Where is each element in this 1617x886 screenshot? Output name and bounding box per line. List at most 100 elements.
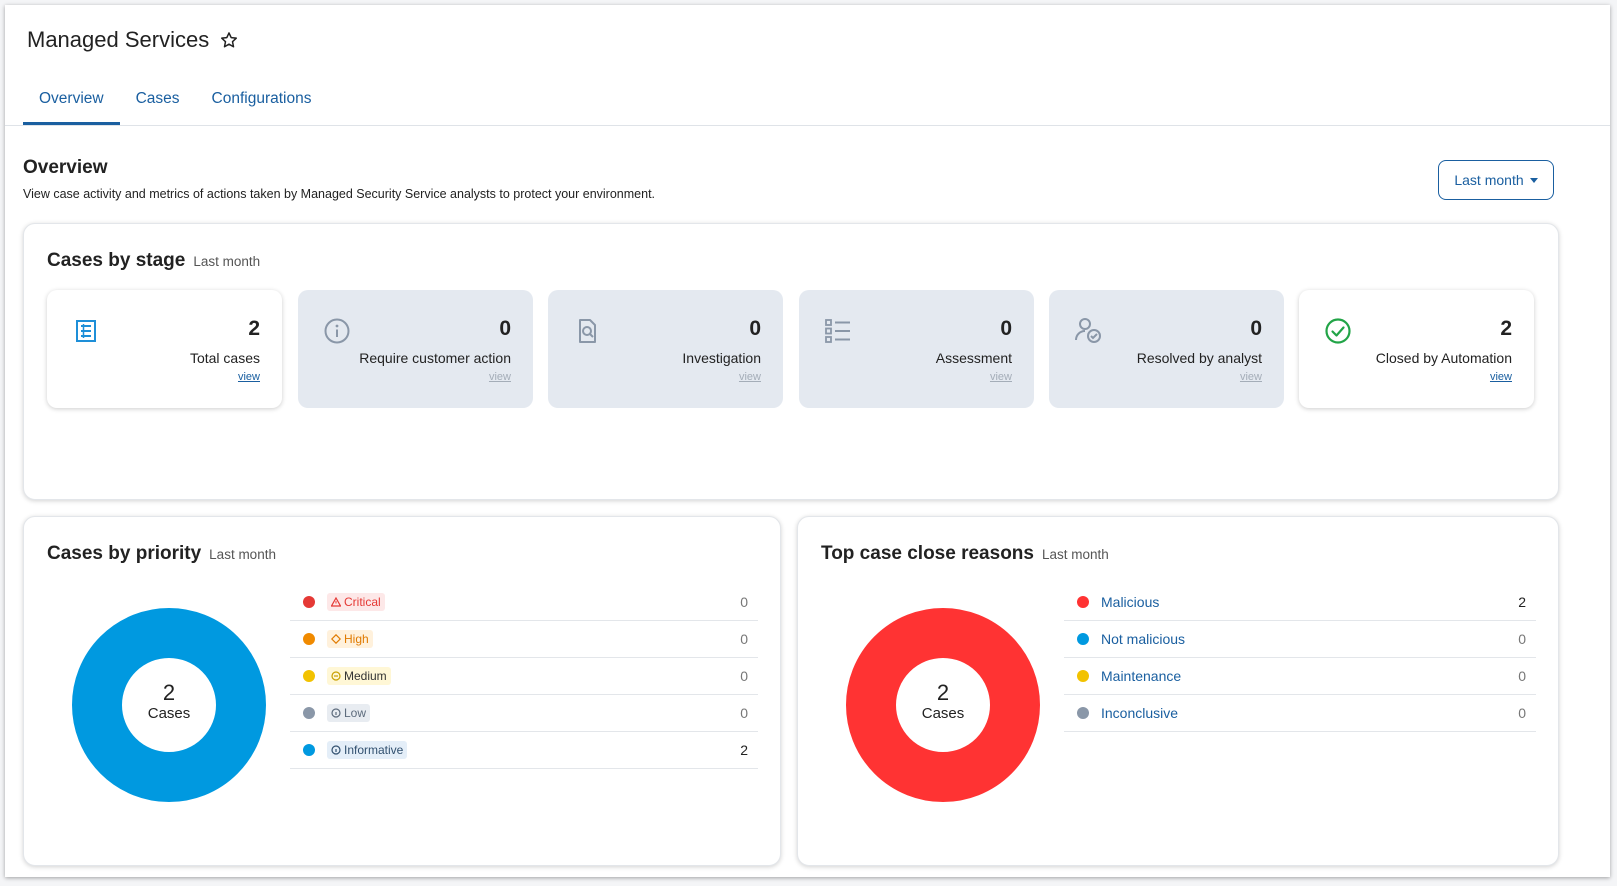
legend-dot bbox=[303, 707, 315, 719]
legend-dot bbox=[1077, 596, 1089, 608]
legend-row-not-malicious: Not malicious 0 bbox=[1064, 621, 1536, 658]
legend-row-informative: Informative 2 bbox=[290, 732, 758, 769]
legend-row-inconclusive: Inconclusive 0 bbox=[1064, 695, 1536, 732]
page-description: View case activity and metrics of action… bbox=[23, 187, 656, 201]
donut-total: 2 bbox=[162, 680, 176, 705]
stage-label: Require customer action bbox=[359, 350, 511, 366]
app-header: Managed Services bbox=[27, 27, 239, 53]
priority-badge-low: Low bbox=[327, 704, 371, 722]
panel-title: Cases by stage bbox=[47, 250, 186, 271]
app-title: Managed Services bbox=[27, 27, 210, 52]
stage-label: Total cases bbox=[189, 350, 260, 366]
view-link: view bbox=[1239, 371, 1262, 383]
legend-value: 0 bbox=[740, 594, 748, 610]
priority-legend: Critical 0 High 0 Medium 0 Low 0 Informa… bbox=[290, 584, 758, 769]
badge-label: Informative bbox=[344, 743, 404, 757]
stage-label: Closed by Automation bbox=[1375, 350, 1512, 366]
legend-dot bbox=[303, 596, 315, 608]
view-link[interactable]: view bbox=[1490, 371, 1512, 383]
panel-subtitle: Last month bbox=[209, 547, 276, 562]
date-range-dropdown[interactable]: Last month bbox=[1438, 160, 1554, 200]
stage-card-closed-by-automation[interactable]: 2 Closed by Automation view bbox=[1299, 290, 1534, 408]
tab-overview[interactable]: Overview bbox=[23, 87, 120, 125]
stage-card-total-cases[interactable]: 2 Total cases view bbox=[47, 290, 282, 408]
tab-divider bbox=[5, 125, 1610, 126]
legend-dot bbox=[303, 633, 315, 645]
panel-subtitle: Last month bbox=[1041, 547, 1109, 562]
caret-down-icon bbox=[1529, 177, 1538, 183]
legend-value: 0 bbox=[1518, 668, 1526, 684]
legend-dot bbox=[303, 670, 315, 682]
document-search-icon bbox=[579, 319, 596, 343]
reason-label[interactable]: Inconclusive bbox=[1101, 705, 1178, 721]
stage-label: Investigation bbox=[682, 350, 761, 366]
legend-value: 2 bbox=[740, 742, 748, 758]
date-range-label: Last month bbox=[1454, 172, 1524, 188]
circle-info-icon bbox=[331, 745, 341, 755]
legend-dot bbox=[1077, 707, 1089, 719]
tab-configurations[interactable]: Configurations bbox=[196, 87, 328, 125]
view-link: view bbox=[488, 371, 511, 383]
cases-by-stage-panel: Cases by stage Last month 2 Total cases … bbox=[23, 223, 1559, 500]
panel-header: Cases by stage Last month bbox=[47, 250, 260, 272]
priority-badge-informative: Informative bbox=[327, 741, 408, 759]
user-check-icon bbox=[1075, 318, 1101, 343]
priority-badge-critical: Critical bbox=[327, 593, 385, 611]
view-link[interactable]: view bbox=[238, 371, 260, 383]
legend-value: 0 bbox=[1518, 631, 1526, 647]
reason-label[interactable]: Not malicious bbox=[1101, 631, 1185, 647]
diamond-icon bbox=[331, 634, 341, 644]
stage-card-investigation: 0 Investigation view bbox=[548, 290, 783, 408]
reason-label[interactable]: Maintenance bbox=[1101, 668, 1181, 684]
stage-count: 0 bbox=[499, 317, 511, 340]
reasons-legend: Malicious 2 Not malicious 0 Maintenance … bbox=[1064, 584, 1536, 732]
stage-label: Resolved by analyst bbox=[1136, 350, 1262, 366]
donut-center: 2 Cases bbox=[119, 681, 219, 723]
badge-label: Medium bbox=[344, 669, 387, 683]
app-window: Managed Services Overview Cases Configur… bbox=[5, 5, 1610, 877]
checklist-icon bbox=[825, 319, 850, 343]
stage-count: 0 bbox=[1250, 317, 1262, 340]
stage-count: 2 bbox=[1500, 317, 1512, 340]
top-close-reasons-panel: Top case close reasons Last month 2 Case… bbox=[797, 516, 1559, 866]
stage-count: 0 bbox=[749, 317, 761, 340]
check-circle-icon bbox=[1325, 318, 1351, 344]
badge-label: Low bbox=[344, 706, 367, 720]
legend-value: 2 bbox=[1518, 594, 1526, 610]
panel-title: Top case close reasons bbox=[821, 543, 1034, 564]
view-link: view bbox=[738, 371, 761, 383]
donut-total-label: Cases bbox=[147, 705, 191, 722]
donut-total: 2 bbox=[936, 680, 950, 705]
reason-label[interactable]: Malicious bbox=[1101, 594, 1159, 610]
badge-label: Critical bbox=[344, 595, 381, 609]
list-document-icon bbox=[76, 320, 96, 342]
priority-badge-medium: Medium bbox=[327, 667, 391, 685]
legend-dot bbox=[1077, 633, 1089, 645]
star-icon[interactable] bbox=[219, 30, 239, 50]
legend-row-critical: Critical 0 bbox=[290, 584, 758, 621]
legend-row-high: High 0 bbox=[290, 621, 758, 658]
info-circle-icon bbox=[324, 318, 350, 344]
legend-dot bbox=[303, 744, 315, 756]
cases-by-priority-panel: Cases by priority Last month 2 Cases Cri… bbox=[23, 516, 781, 866]
panel-header: Cases by priority Last month bbox=[47, 543, 276, 565]
panel-title: Cases by priority bbox=[47, 543, 202, 564]
legend-value: 0 bbox=[740, 668, 748, 684]
stage-count: 2 bbox=[248, 317, 260, 340]
donut-total-label: Cases bbox=[921, 705, 965, 722]
priority-badge-high: High bbox=[327, 630, 373, 648]
warning-triangle-icon bbox=[331, 597, 341, 607]
stage-label: Assessment bbox=[935, 350, 1012, 366]
view-link: view bbox=[989, 371, 1012, 383]
tab-cases[interactable]: Cases bbox=[120, 87, 196, 125]
legend-dot bbox=[1077, 670, 1089, 682]
legend-row-medium: Medium 0 bbox=[290, 658, 758, 695]
legend-value: 0 bbox=[740, 705, 748, 721]
stage-card-assessment: 0 Assessment view bbox=[799, 290, 1034, 408]
legend-row-malicious: Malicious 2 bbox=[1064, 584, 1536, 621]
stage-card-require-customer-action: 0 Require customer action view bbox=[298, 290, 533, 408]
stage-card-resolved-by-analyst: 0 Resolved by analyst view bbox=[1049, 290, 1284, 408]
donut-center: 2 Cases bbox=[893, 681, 993, 723]
stage-count: 0 bbox=[1000, 317, 1012, 340]
circle-info-icon bbox=[331, 708, 341, 718]
